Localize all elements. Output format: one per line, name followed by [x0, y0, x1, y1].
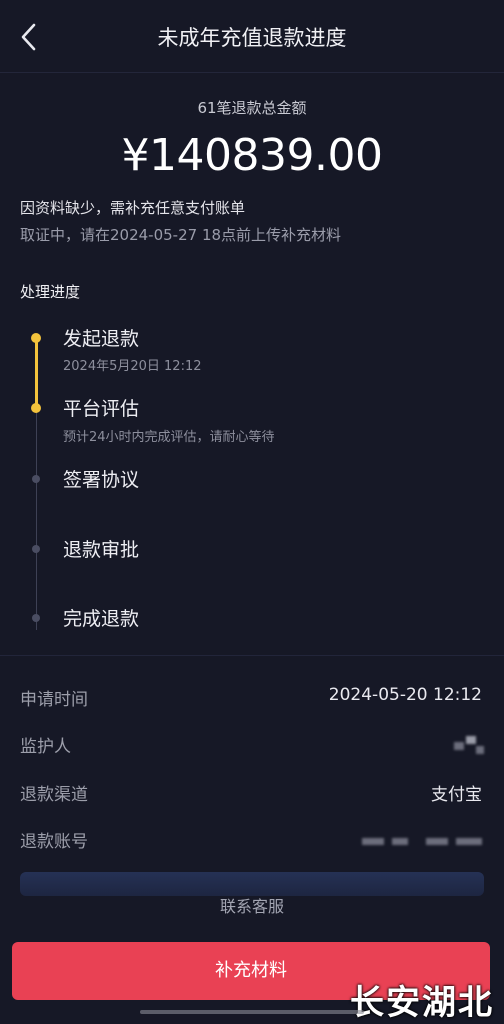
watermark-logo: 长安湖北 — [350, 983, 494, 1023]
apply-time-value: 2024-05-20 12:12 — [328, 685, 482, 705]
header-divider — [0, 72, 504, 73]
page-title: 未成年充值退款进度 — [157, 26, 347, 50]
refund-count-label: 61笔退款总金额 — [197, 99, 307, 117]
step-dot-pending — [32, 475, 40, 483]
step-title: 发起退款 — [63, 328, 140, 350]
step-title: 平台评估 — [63, 398, 140, 420]
step-subtitle: 预计24小时内完成评估，请耐心等待 — [63, 430, 275, 445]
step-dot-current — [31, 403, 41, 413]
refund-channel-value: 支付宝 — [431, 785, 482, 805]
apply-time-label: 申请时间 — [20, 690, 88, 710]
refund-account-label: 退款账号 — [20, 832, 88, 852]
step-subtitle: 2024年5月20日 12:12 — [63, 359, 202, 374]
step-dot-done — [31, 333, 41, 343]
contact-customer-service-link[interactable]: 联系客服 — [0, 893, 504, 917]
timeline-active-line — [35, 338, 38, 408]
progress-section-title: 处理进度 — [20, 283, 81, 301]
step-dot-pending — [32, 545, 40, 553]
deadline-notice: 取证中，请在2024-05-27 18点前上传补充材料 — [20, 226, 342, 244]
missing-docs-notice: 因资料缺少，需补充任意支付账单 — [20, 199, 246, 217]
home-indicator — [140, 1010, 364, 1014]
progress-timeline: 发起退款 2024年5月20日 12:12 平台评估 预计24小时内完成评估，请… — [0, 310, 504, 640]
step-title: 完成退款 — [63, 608, 140, 630]
timeline-pending-line — [36, 408, 37, 630]
refund-channel-label: 退款渠道 — [20, 785, 88, 805]
guardian-label: 监护人 — [20, 737, 71, 757]
step-dot-pending — [32, 614, 40, 622]
step-title: 退款审批 — [63, 539, 140, 561]
refund-total-amount: ¥140839.00 — [121, 130, 383, 181]
step-title: 签署协议 — [63, 469, 140, 491]
header: 未成年充值退款进度 — [0, 0, 504, 72]
section-divider — [0, 655, 504, 656]
